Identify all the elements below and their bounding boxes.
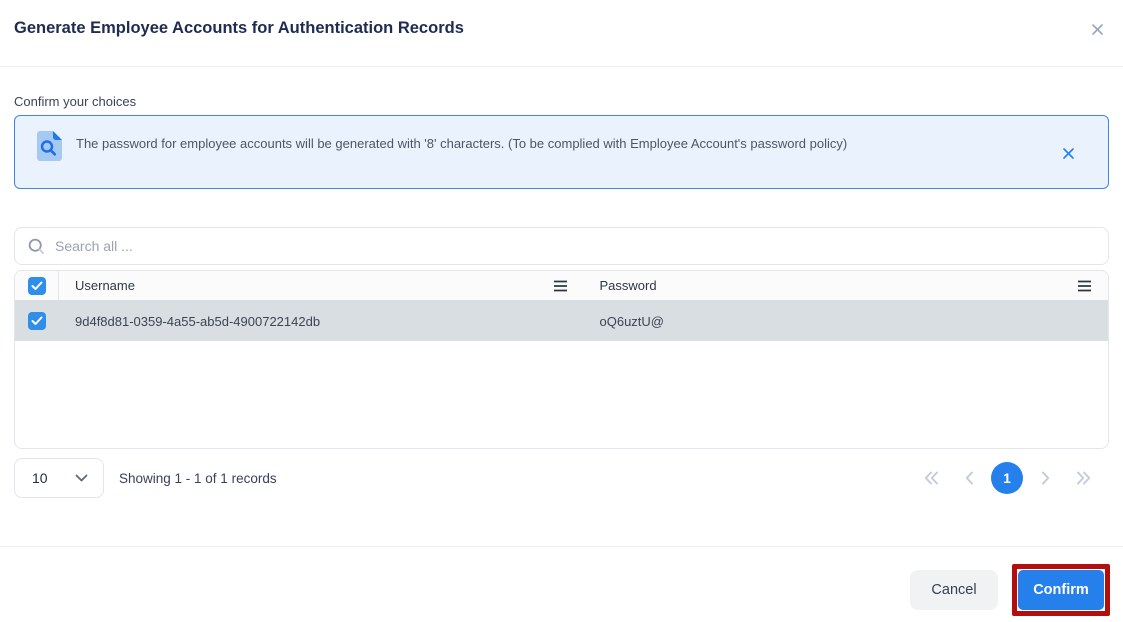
cancel-button[interactable]: Cancel — [910, 570, 998, 610]
confirm-choices-label: Confirm your choices — [14, 94, 1109, 109]
username-column-menu-icon[interactable] — [553, 280, 568, 292]
next-page-icon[interactable] — [1029, 462, 1061, 494]
modal-body: Confirm your choices The password for em… — [0, 94, 1123, 498]
password-column-label: Password — [600, 278, 657, 293]
first-page-icon[interactable] — [915, 462, 947, 494]
chevron-down-icon — [75, 474, 88, 482]
password-column-menu-icon[interactable] — [1077, 280, 1092, 292]
confirm-highlight-annotation: Confirm — [1012, 564, 1110, 616]
row-checkbox-cell — [15, 312, 59, 330]
page-title: Generate Employee Accounts for Authentic… — [14, 19, 464, 38]
page-size-value: 10 — [32, 470, 48, 486]
column-header-username: Username — [59, 271, 584, 300]
prev-page-icon[interactable] — [953, 462, 985, 494]
alert-dismiss-icon[interactable] — [1062, 147, 1075, 165]
pagination-bar: 10 Showing 1 - 1 of 1 records 1 — [14, 458, 1109, 498]
search-input[interactable] — [55, 238, 1095, 254]
file-search-icon — [36, 130, 63, 167]
close-icon[interactable] — [1088, 20, 1107, 44]
current-page-button[interactable]: 1 — [991, 462, 1023, 494]
select-all-checkbox[interactable] — [28, 277, 46, 295]
modal-footer: Cancel Confirm — [0, 547, 1123, 616]
confirm-button[interactable]: Confirm — [1018, 570, 1104, 610]
alert-message: The password for employee accounts will … — [76, 128, 847, 152]
last-page-icon[interactable] — [1067, 462, 1099, 494]
table-row[interactable]: 9d4f8d81-0359-4a55-ab5d-4900722142db oQ6… — [15, 301, 1108, 341]
password-policy-alert: The password for employee accounts will … — [14, 115, 1109, 189]
search-icon — [28, 238, 45, 255]
page-size-select[interactable]: 10 — [14, 458, 104, 498]
modal-header: Generate Employee Accounts for Authentic… — [0, 0, 1123, 67]
select-all-cell — [15, 271, 59, 300]
search-bar — [14, 227, 1109, 265]
password-cell: oQ6uztU@ — [584, 314, 1109, 329]
records-table: Username Password — [14, 270, 1109, 449]
pager-controls: 1 — [915, 462, 1099, 494]
table-header-row: Username Password — [15, 271, 1108, 301]
column-header-password: Password — [584, 271, 1109, 300]
username-column-label: Username — [75, 278, 135, 293]
row-checkbox[interactable] — [28, 312, 46, 330]
records-summary: Showing 1 - 1 of 1 records — [119, 471, 277, 486]
username-cell: 9d4f8d81-0359-4a55-ab5d-4900722142db — [59, 314, 584, 329]
